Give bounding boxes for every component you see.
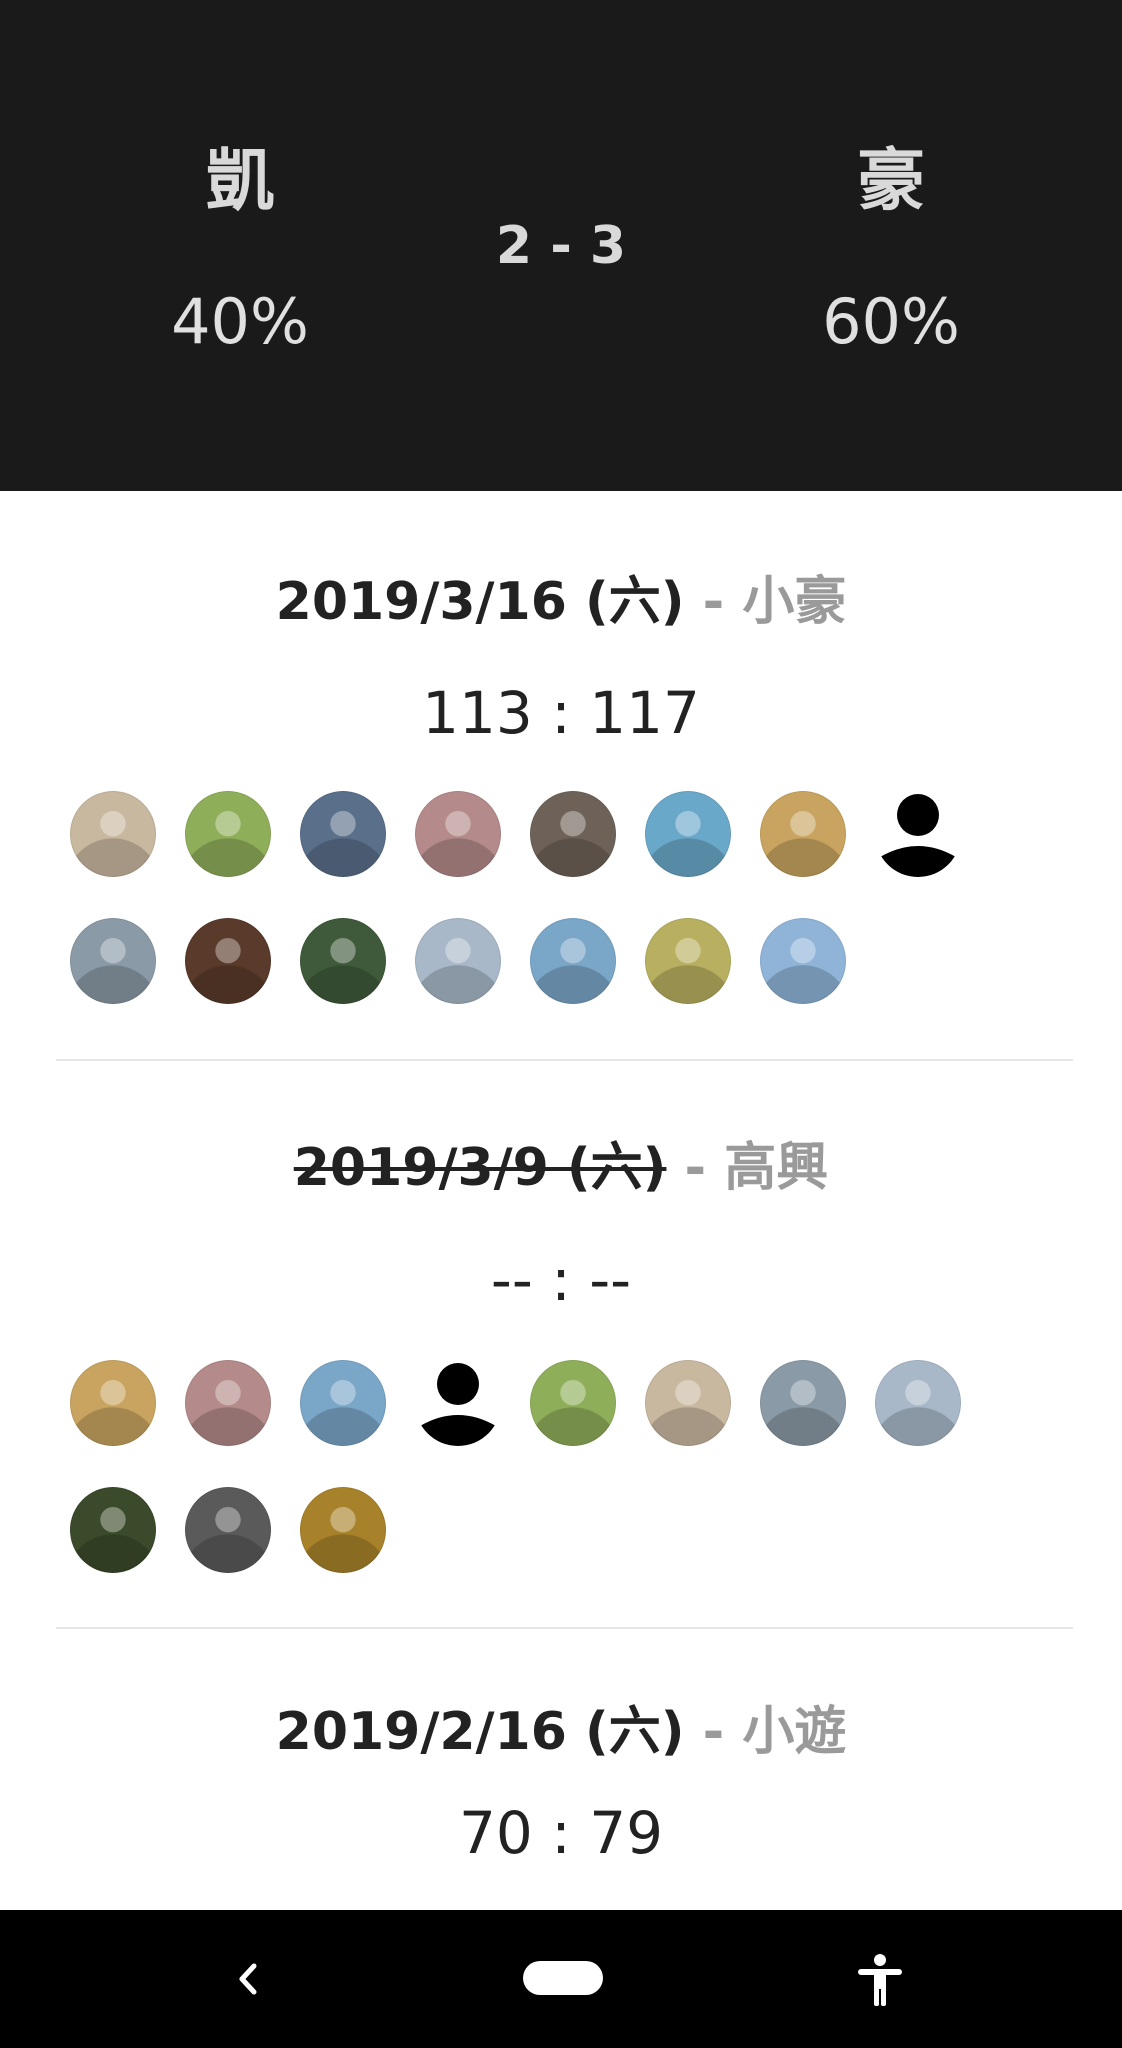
user-avatar[interactable] [185,1487,271,1573]
user-avatar[interactable] [70,1487,156,1573]
match-separator: - [666,1138,725,1198]
user-avatar[interactable] [185,1360,271,1446]
user-avatar[interactable] [415,791,501,877]
user-avatar[interactable] [875,1360,961,1446]
match-card[interactable]: 2019/3/16 (六) - 小豪 113 : 117 [0,491,1122,1061]
match-card[interactable]: 2019/2/16 (六) - 小遊 70 : 79 [0,1629,1122,1910]
match-list[interactable]: 2019/3/16 (六) - 小豪 113 : 117 2019/3/9 (六… [0,491,1122,1910]
user-avatar[interactable] [70,1360,156,1446]
user-avatar[interactable] [300,1487,386,1573]
back-icon[interactable] [218,1944,278,2014]
scoreboard-header: 凱 豪 2 - 3 40% 60% [0,0,1122,491]
user-avatar[interactable] [185,918,271,1004]
user-avatar[interactable] [70,918,156,1004]
match-host: 小遊 [742,1702,847,1762]
match-host: 小豪 [742,572,847,632]
match-score: -- : -- [490,1246,632,1314]
system-navigation-bar [0,1910,1122,2048]
match-host: 高興 [724,1138,829,1198]
user-avatar[interactable] [300,791,386,877]
user-avatar[interactable] [530,1360,616,1446]
user-avatar[interactable] [645,791,731,877]
user-avatar[interactable] [530,791,616,877]
team-left-percentage: 40% [171,285,309,358]
participant-avatars [70,1360,1070,1580]
user-avatar[interactable] [300,1360,386,1446]
match-separator: - [684,572,743,632]
accessibility-icon[interactable] [850,1950,910,2010]
user-avatar[interactable] [645,1360,731,1446]
user-avatar[interactable] [760,1360,846,1446]
user-avatar[interactable] [300,918,386,1004]
match-title: 2019/3/16 (六) - 小豪 [0,559,1122,634]
default-user-icon[interactable] [415,1360,501,1446]
default-user-icon[interactable] [875,791,961,877]
match-separator: - [684,1702,743,1762]
match-date: 2019/3/16 (六) [275,572,685,632]
match-score: 113 : 117 [422,679,700,747]
user-avatar[interactable] [530,918,616,1004]
series-score: 2 - 3 [495,216,627,276]
user-avatar[interactable] [760,918,846,1004]
user-avatar[interactable] [185,791,271,877]
match-score: 70 : 79 [458,1799,664,1867]
match-card[interactable]: 2019/3/9 (六) - 高興 -- : -- [0,1061,1122,1631]
match-title: 2019/3/9 (六) - 高興 [0,1125,1122,1200]
team-left-name: 凱 [205,142,274,221]
user-avatar[interactable] [415,918,501,1004]
user-avatar[interactable] [645,918,731,1004]
team-right-name: 豪 [856,142,925,221]
match-title: 2019/2/16 (六) - 小遊 [0,1689,1122,1764]
participant-avatars [70,791,1070,1011]
match-date-canceled: 2019/3/9 (六) [293,1138,667,1198]
match-date: 2019/2/16 (六) [275,1702,685,1762]
user-avatar[interactable] [70,791,156,877]
team-right-percentage: 60% [822,285,960,358]
user-avatar[interactable] [760,791,846,877]
home-pill-icon[interactable] [523,1961,603,1995]
